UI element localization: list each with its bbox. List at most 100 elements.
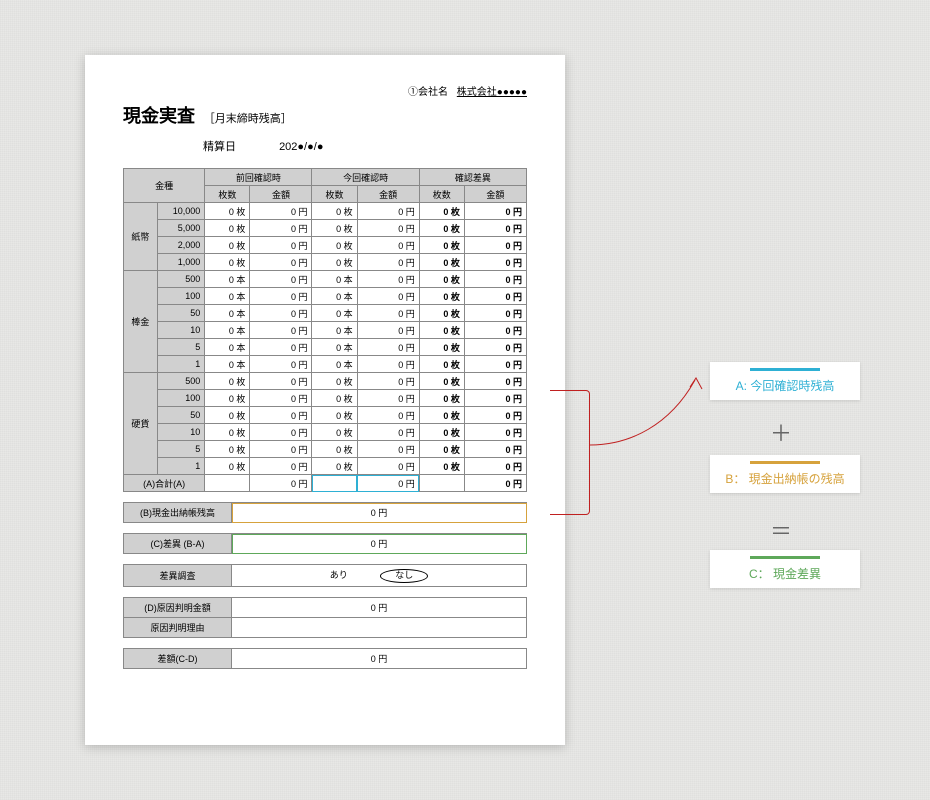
prev-amt: 0 円 bbox=[250, 458, 312, 475]
survey-label: 差異調査 bbox=[124, 565, 232, 587]
diff-qty: 0 枚 bbox=[419, 254, 464, 271]
title-row: 現金実査 ［月末締時残高］ bbox=[123, 102, 527, 128]
denom-cell: 10 bbox=[157, 424, 204, 441]
date-value: 202●/●/● bbox=[279, 141, 323, 153]
prev-qty: 0 本 bbox=[205, 271, 250, 288]
prev-amt: 0 円 bbox=[250, 407, 312, 424]
annotation-c: C： 現金差異 bbox=[710, 550, 860, 588]
prev-qty: 0 本 bbox=[205, 322, 250, 339]
curr-qty: 0 本 bbox=[312, 356, 357, 373]
curr-qty: 0 枚 bbox=[312, 237, 357, 254]
category-cell: 硬貨 bbox=[124, 373, 158, 475]
curr-qty: 0 本 bbox=[312, 322, 357, 339]
diff-qty: 0 枚 bbox=[419, 203, 464, 220]
diff-qty: 0 枚 bbox=[419, 424, 464, 441]
hdr-prev: 前回確認時 bbox=[205, 169, 312, 186]
prev-amt: 0 円 bbox=[250, 339, 312, 356]
arrow-curve bbox=[590, 375, 700, 455]
balance-label: (B)現金出納帳残高 bbox=[124, 503, 232, 523]
curr-amt: 0 円 bbox=[357, 220, 419, 237]
prev-qty: 0 枚 bbox=[205, 390, 250, 407]
diff-row: (C)差異 (B-A) 0 円 bbox=[123, 533, 527, 554]
prev-qty: 0 本 bbox=[205, 288, 250, 305]
prev-amt: 0 円 bbox=[250, 322, 312, 339]
hdr-diff-amt: 金額 bbox=[464, 186, 526, 203]
curr-qty: 0 枚 bbox=[312, 407, 357, 424]
denom-cell: 50 bbox=[157, 305, 204, 322]
survey-value: あり なし bbox=[232, 565, 527, 587]
balance-row: (B)現金出納帳残高 0 円 bbox=[123, 502, 527, 523]
date-label: 精算日 bbox=[203, 141, 236, 153]
category-cell: 棒金 bbox=[124, 271, 158, 373]
denom-cell: 10 bbox=[157, 322, 204, 339]
prev-qty: 0 枚 bbox=[205, 254, 250, 271]
denom-cell: 1 bbox=[157, 458, 204, 475]
curr-amt: 0 円 bbox=[357, 271, 419, 288]
diff-qty: 0 枚 bbox=[419, 373, 464, 390]
curr-amt: 0 円 bbox=[357, 373, 419, 390]
total-diff-amt: 0 円 bbox=[464, 475, 526, 492]
diff-amt: 0 円 bbox=[464, 288, 526, 305]
denom-cell: 5,000 bbox=[157, 220, 204, 237]
diff-amt: 0 円 bbox=[464, 407, 526, 424]
prev-amt: 0 円 bbox=[250, 237, 312, 254]
net-label: 差額(C-D) bbox=[124, 648, 232, 668]
total-prev-qty bbox=[205, 475, 250, 492]
survey-nashi: なし bbox=[380, 569, 428, 583]
prev-amt: 0 円 bbox=[250, 271, 312, 288]
cause-table: (D)原因判明金額 0 円 原因判明理由 bbox=[123, 597, 527, 638]
annotation-b: B： 現金出納帳の残高 bbox=[710, 455, 860, 493]
prev-amt: 0 円 bbox=[250, 220, 312, 237]
prev-qty: 0 本 bbox=[205, 305, 250, 322]
anno-a-bar bbox=[750, 368, 820, 371]
prev-qty: 0 枚 bbox=[205, 441, 250, 458]
denom-cell: 5 bbox=[157, 441, 204, 458]
curr-amt: 0 円 bbox=[357, 390, 419, 407]
prev-qty: 0 枚 bbox=[205, 373, 250, 390]
diff-amt: 0 円 bbox=[464, 356, 526, 373]
total-diff-qty bbox=[419, 475, 464, 492]
curr-qty: 0 枚 bbox=[312, 254, 357, 271]
diff-qty: 0 枚 bbox=[419, 407, 464, 424]
diff-amt: 0 円 bbox=[464, 271, 526, 288]
cause-reason-label: 原因判明理由 bbox=[124, 617, 232, 637]
denom-cell: 2,000 bbox=[157, 237, 204, 254]
diff-amt: 0 円 bbox=[464, 390, 526, 407]
curr-qty: 0 本 bbox=[312, 305, 357, 322]
diff-value: 0 円 bbox=[232, 534, 527, 554]
hdr-diff: 確認差異 bbox=[419, 169, 526, 186]
denom-cell: 1,000 bbox=[157, 254, 204, 271]
bracket-line bbox=[550, 390, 590, 515]
diff-amt: 0 円 bbox=[464, 458, 526, 475]
diff-amt: 0 円 bbox=[464, 424, 526, 441]
net-value: 0 円 bbox=[232, 648, 527, 668]
prev-amt: 0 円 bbox=[250, 356, 312, 373]
cause-amt-value: 0 円 bbox=[232, 597, 527, 617]
diff-amt: 0 円 bbox=[464, 322, 526, 339]
total-curr-qty bbox=[312, 475, 357, 492]
curr-amt: 0 円 bbox=[357, 254, 419, 271]
curr-amt: 0 円 bbox=[357, 322, 419, 339]
denom-cell: 100 bbox=[157, 288, 204, 305]
diff-qty: 0 枚 bbox=[419, 322, 464, 339]
prev-qty: 0 枚 bbox=[205, 237, 250, 254]
category-cell: 紙幣 bbox=[124, 203, 158, 271]
curr-amt: 0 円 bbox=[357, 407, 419, 424]
doc-subtitle: ［月末締時残高］ bbox=[204, 113, 292, 125]
prev-qty: 0 枚 bbox=[205, 203, 250, 220]
anno-a-text: A: 今回確認時残高 bbox=[720, 377, 850, 394]
prev-amt: 0 円 bbox=[250, 288, 312, 305]
doc-title: 現金実査 bbox=[123, 106, 195, 126]
diff-amt: 0 円 bbox=[464, 203, 526, 220]
prev-amt: 0 円 bbox=[250, 390, 312, 407]
prev-qty: 0 枚 bbox=[205, 458, 250, 475]
diff-qty: 0 枚 bbox=[419, 288, 464, 305]
curr-amt: 0 円 bbox=[357, 305, 419, 322]
curr-qty: 0 枚 bbox=[312, 458, 357, 475]
company-row: ①会社名 株式会社●●●●● bbox=[123, 83, 527, 98]
denom-cell: 1 bbox=[157, 356, 204, 373]
curr-amt: 0 円 bbox=[357, 458, 419, 475]
curr-qty: 0 枚 bbox=[312, 203, 357, 220]
curr-amt: 0 円 bbox=[357, 237, 419, 254]
curr-qty: 0 枚 bbox=[312, 220, 357, 237]
